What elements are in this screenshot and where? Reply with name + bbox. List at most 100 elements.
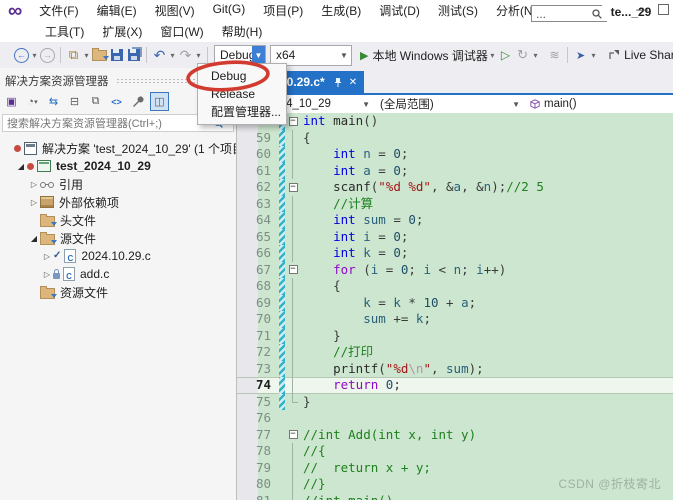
menu-item[interactable]: 项目(P) (254, 2, 312, 19)
live-share-button[interactable]: Live Share (608, 48, 673, 62)
menu-item[interactable]: 窗口(W) (151, 23, 212, 40)
line-number[interactable]: 76 (237, 410, 279, 427)
menu-item[interactable]: 工具(T) (36, 23, 93, 40)
tree-item[interactable]: 解决方案 'test_2024_10_29' (1 个项目, 共 (0, 139, 236, 157)
collapse-box-icon[interactable]: − (289, 265, 298, 274)
dropdown-item[interactable]: 配置管理器... (198, 103, 286, 121)
wrench-icon[interactable] (129, 93, 146, 110)
code-line[interactable]: 73 printf("%d\n", sum); (237, 361, 673, 378)
code-line[interactable]: 64 int sum = 0; (237, 212, 673, 229)
line-number[interactable]: 81 (237, 493, 279, 500)
code-editor[interactable]: 58−int main()59{60 int n = 0;61 int a = … (237, 113, 673, 500)
quick-search-box[interactable]: ... (531, 5, 607, 22)
line-number[interactable]: 63 (237, 196, 279, 213)
code-line[interactable]: 59{ (237, 130, 673, 147)
line-number[interactable]: 61 (237, 163, 279, 180)
code-line[interactable]: 68 { (237, 278, 673, 295)
code-text[interactable]: return 0; (301, 377, 401, 394)
code-text[interactable]: } (301, 328, 341, 345)
code-line[interactable]: 69 k = k * 10 + a; (237, 295, 673, 312)
code-text[interactable]: int main() (301, 113, 378, 130)
tree-item[interactable]: ◢test_2024_10_29 (0, 157, 236, 175)
menu-item[interactable]: 生成(B) (312, 2, 370, 19)
chevron-down-icon[interactable]: ▼ (252, 46, 265, 65)
line-number[interactable]: 78 (237, 443, 279, 460)
tree-item[interactable]: 头文件 (0, 211, 236, 229)
code-line[interactable]: 79// return x + y; (237, 460, 673, 477)
dropdown-item[interactable]: Release (198, 85, 286, 103)
tree-expander-icon[interactable]: ▷ (41, 270, 53, 279)
outlining-margin[interactable]: − (285, 262, 301, 279)
debug-target-pointer-icon[interactable]: ➤ (572, 46, 589, 64)
line-number[interactable]: 68 (237, 278, 279, 295)
menu-item[interactable]: Git(G) (204, 2, 255, 19)
code-line[interactable]: 60 int n = 0; (237, 146, 673, 163)
redo-dropdown-caret[interactable]: ▾ (194, 51, 203, 60)
code-text[interactable]: printf("%d\n", sum); (301, 361, 484, 378)
sync-with-active-document-icon[interactable]: ⇆ (45, 93, 62, 110)
code-text[interactable]: int n = 0; (301, 146, 408, 163)
line-number[interactable]: 59 (237, 130, 279, 147)
chevron-down-icon[interactable]: ▼ (337, 46, 351, 65)
scope-dropdown[interactable]: (全局范围) ▼ (375, 95, 525, 113)
restart-dropdown-caret[interactable]: ▾ (531, 51, 540, 60)
line-number[interactable]: 80 (237, 476, 279, 493)
tree-expander-icon[interactable]: ◢ (28, 234, 40, 243)
tree-expander-icon[interactable]: ▷ (28, 180, 40, 189)
code-line[interactable]: 58−int main() (237, 113, 673, 130)
tree-item[interactable]: ▷add.c (0, 265, 236, 283)
menu-item[interactable]: 编辑(E) (88, 2, 146, 19)
line-number[interactable]: 77 (237, 427, 279, 444)
outlining-margin[interactable]: − (285, 427, 301, 444)
line-number[interactable]: 73 (237, 361, 279, 378)
undo-icon[interactable]: ↶ (151, 46, 168, 64)
undo-dropdown-caret[interactable]: ▾ (168, 51, 177, 60)
line-number[interactable]: 67 (237, 262, 279, 279)
tree-item[interactable]: ▷✓2024.10.29.c (0, 247, 236, 265)
code-text[interactable]: int a = 0; (301, 163, 408, 180)
code-line[interactable]: 70 sum += k; (237, 311, 673, 328)
menu-item[interactable]: 帮助(H) (213, 23, 272, 40)
maximize-button[interactable] (658, 4, 669, 15)
code-text[interactable]: } (301, 394, 311, 411)
code-line[interactable]: 77−//int Add(int x, int y) (237, 427, 673, 444)
code-text[interactable]: int sum = 0; (301, 212, 423, 229)
code-line[interactable]: 76 (237, 410, 673, 427)
navigate-back-button[interactable]: ← (13, 46, 30, 64)
line-number[interactable]: 66 (237, 245, 279, 262)
tree-expander-icon[interactable]: ◢ (15, 162, 27, 171)
line-number[interactable]: 60 (237, 146, 279, 163)
tree-expander-icon[interactable]: ▷ (41, 252, 53, 261)
member-dropdown[interactable]: main() (525, 95, 673, 113)
menu-item[interactable]: 测试(S) (429, 2, 487, 19)
code-line[interactable]: 81 //int main() (237, 493, 673, 500)
tree-expander-icon[interactable]: ▷ (28, 198, 40, 207)
close-icon[interactable]: ✕ (349, 77, 357, 88)
restart-icon[interactable]: ↻ (514, 46, 531, 64)
code-line[interactable]: 75} (237, 394, 673, 411)
line-number[interactable]: 64 (237, 212, 279, 229)
collapse-box-icon[interactable]: − (289, 117, 298, 126)
code-text[interactable]: //int main() (301, 493, 393, 500)
code-line[interactable]: 65 int i = 0; (237, 229, 673, 246)
line-number[interactable]: 62 (237, 179, 279, 196)
code-line[interactable]: 63 //计算 (237, 196, 673, 213)
start-debugging-button[interactable]: ▶ 本地 Windows 调试器 ▾ (360, 47, 497, 64)
code-text[interactable]: int i = 0; (301, 229, 408, 246)
code-text[interactable]: { (301, 278, 341, 295)
code-text[interactable]: int k = 0; (301, 245, 408, 262)
line-number[interactable]: 70 (237, 311, 279, 328)
code-text[interactable]: sum += k; (301, 311, 431, 328)
code-text[interactable]: k = k * 10 + a; (301, 295, 476, 312)
menu-item[interactable]: 调试(D) (370, 2, 429, 19)
line-number[interactable]: 74 (237, 377, 279, 394)
code-text[interactable]: //} (301, 476, 326, 493)
tree-item[interactable]: ◢源文件 (0, 229, 236, 247)
collapse-all-icon[interactable]: ⊟ (66, 93, 83, 110)
menu-item[interactable]: 扩展(X) (93, 23, 151, 40)
line-number[interactable]: 71 (237, 328, 279, 345)
pending-changes-filter-icon[interactable]: ◔▾ (24, 93, 41, 110)
outlining-margin[interactable]: − (285, 179, 301, 196)
code-text[interactable]: //计算 (301, 196, 373, 213)
line-number[interactable]: 72 (237, 344, 279, 361)
